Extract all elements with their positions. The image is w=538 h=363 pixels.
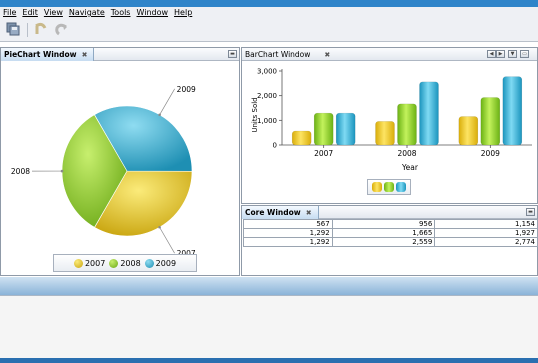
core-window-header: Core Window ✖ ▬	[242, 206, 537, 219]
y-tick-label: 0	[273, 142, 277, 150]
x-axis-label: Year	[401, 163, 419, 172]
x-tick-label-2009: 2009	[481, 149, 500, 158]
legend-label-2007: 2007	[84, 258, 106, 268]
y-axis-label: Units Sold	[251, 97, 259, 132]
table-cell[interactable]: 1,665	[331, 228, 436, 238]
table-row: 1,292 2,559 2,774	[243, 237, 538, 247]
save-all-icon[interactable]	[5, 21, 22, 38]
table-cell[interactable]: 1,292	[243, 237, 333, 247]
tab-label: Core Window	[245, 208, 301, 217]
tab-label: PieChart Window	[4, 50, 77, 59]
legend-dot-2009	[144, 258, 154, 268]
bar-legend	[367, 179, 411, 195]
menu-window[interactable]: Window	[136, 8, 168, 17]
close-icon[interactable]: ✖	[82, 51, 88, 59]
table-cell[interactable]: 567	[243, 219, 333, 229]
pie-label-2009: 2009	[177, 85, 196, 94]
maximize-icon[interactable]: ▭	[520, 50, 529, 58]
x-tick-label-2008: 2008	[397, 149, 416, 158]
bar-2008-2[interactable]	[419, 81, 439, 146]
menu-file[interactable]: File	[3, 8, 16, 17]
bottom-divider	[0, 277, 538, 295]
table-row: 567 956 1,154	[243, 219, 538, 229]
legend-item-2008: 2008	[109, 258, 141, 268]
bar-2009-1[interactable]	[480, 97, 501, 146]
table-cell[interactable]: 2,774	[434, 237, 538, 247]
minimize-icon[interactable]: ▬	[228, 50, 237, 58]
y-tick-label: 2,000	[257, 92, 277, 100]
bar-2007-0[interactable]	[291, 130, 312, 146]
legend-label-2008: 2008	[120, 258, 141, 268]
y-tick-label: 1,000	[257, 117, 277, 125]
status-bar	[0, 358, 538, 363]
pie-label-dot	[158, 225, 161, 229]
close-icon[interactable]: ✖	[324, 51, 330, 59]
scroll-left-icon[interactable]: ◀	[487, 50, 496, 58]
legend-label-2009: 2009	[155, 258, 177, 268]
bar-2008-1[interactable]	[397, 103, 417, 146]
bar-2007-2[interactable]	[335, 112, 356, 146]
tab-core-window[interactable]: Core Window ✖	[242, 206, 319, 219]
redo-icon[interactable]	[53, 21, 70, 38]
bar-2008-0[interactable]	[375, 121, 395, 146]
pie-label-leader	[159, 227, 175, 254]
tab-label: BarChart Window	[245, 50, 311, 59]
barchart-window: BarChart Window ✖ ◀ ▶ ▼ ▭ 0 1,000 2,000 3,0…	[241, 47, 538, 204]
menu-help[interactable]: Help	[174, 8, 192, 17]
pie-legend: 2007 2008 2009	[53, 254, 197, 272]
empty-editor-area	[0, 295, 538, 358]
minimize-icon[interactable]: ▬	[526, 208, 535, 216]
table-row: 1,292 1,665 1,927	[243, 228, 538, 238]
legend-dot-2007	[73, 258, 83, 268]
table-cell[interactable]: 1,927	[434, 228, 538, 238]
tab-piechart-window[interactable]: PieChart Window ✖	[1, 48, 95, 61]
table-cell[interactable]: 1,154	[434, 219, 538, 229]
menu-bar: File Edit View Navigate Tools Window Hel…	[0, 0, 538, 18]
legend-swatch-yellow	[372, 182, 382, 192]
undo-icon[interactable]	[32, 21, 49, 38]
x-tick-label-2007: 2007	[314, 149, 333, 158]
toolbar-separator	[27, 22, 28, 37]
scroll-right-icon[interactable]: ▶	[496, 50, 505, 58]
table-cell[interactable]: 1,292	[243, 228, 333, 238]
table-cell[interactable]: 2,559	[331, 237, 436, 247]
bar-2007-1[interactable]	[313, 112, 334, 146]
toolbar	[0, 18, 538, 42]
legend-item-2007: 2007	[73, 258, 106, 268]
legend-swatch-blue	[396, 182, 406, 192]
pie-label-leader	[159, 88, 175, 115]
bar-2009-0[interactable]	[458, 116, 479, 146]
y-tick-label: 3,000	[257, 68, 277, 76]
piechart-window-header: PieChart Window ✖ ▬	[1, 48, 239, 61]
menu-tools[interactable]: Tools	[111, 8, 131, 17]
menu-navigate[interactable]: Navigate	[69, 8, 105, 17]
legend-item-2009: 2009	[144, 258, 177, 268]
piechart-window: PieChart Window ✖ ▬ 2007 2008 2009 2007 20…	[0, 47, 240, 276]
legend-dot-2008	[109, 258, 119, 268]
menu-edit[interactable]: Edit	[22, 8, 38, 17]
pie-label-dot	[60, 169, 64, 173]
menu-view[interactable]: View	[44, 8, 63, 17]
core-window: Core Window ✖ ▬ 567 956 1,154 1,292 1,66…	[241, 205, 538, 276]
dropdown-icon[interactable]: ▼	[508, 50, 517, 58]
legend-swatch-green	[384, 182, 394, 192]
pie-label-dot	[158, 113, 161, 117]
pie-chart: 200720082009	[11, 85, 196, 258]
core-table: 567 956 1,154 1,292 1,665 1,927 1,292 2,…	[243, 219, 538, 247]
tab-barchart-window[interactable]: BarChart Window ✖	[242, 48, 336, 61]
bar-2009-2[interactable]	[502, 76, 523, 146]
pie-label-2008: 2008	[11, 167, 30, 176]
table-cell[interactable]: 956	[331, 219, 436, 229]
close-icon[interactable]: ✖	[306, 209, 312, 217]
barchart-window-header: BarChart Window ✖ ◀ ▶ ▼ ▭	[242, 48, 537, 61]
